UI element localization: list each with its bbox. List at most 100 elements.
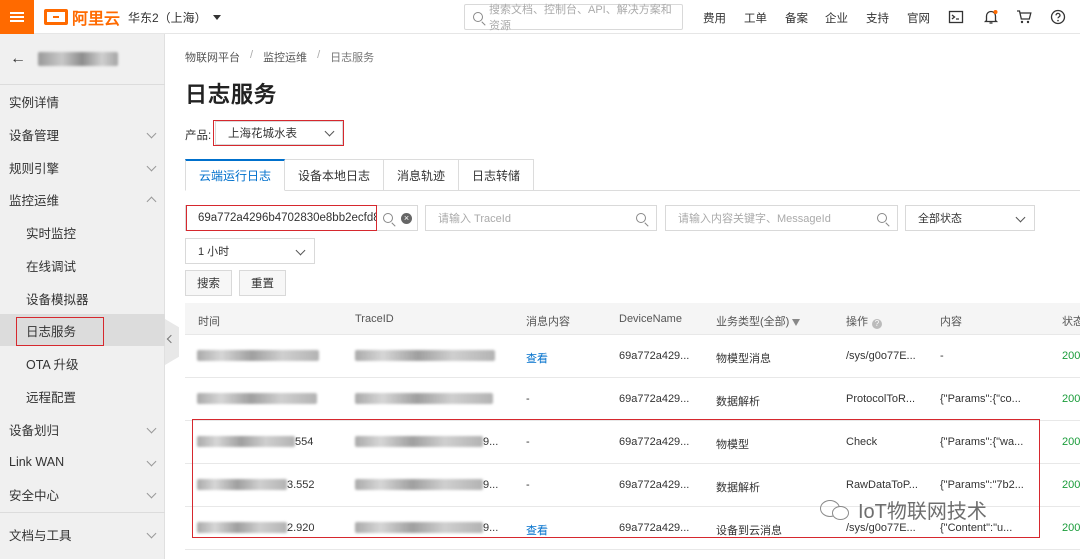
- tab-message-trace[interactable]: 消息轨迹: [384, 159, 460, 191]
- global-search-input[interactable]: 搜索文档、控制台、API、解决方案和资源: [464, 4, 683, 32]
- sidebar-item-device-assignment[interactable]: 设备划归: [0, 413, 165, 445]
- chevron-down-icon: [324, 126, 335, 137]
- sidebar-item-security-center[interactable]: 安全中心: [0, 478, 165, 510]
- breadcrumb: 物联网平台 / 监控运维 / 日志服务: [185, 49, 375, 65]
- col-traceid: TraceID: [355, 313, 394, 325]
- col-biz-type[interactable]: 业务类型(全部): [716, 313, 801, 329]
- chevron-down-icon: [1015, 212, 1026, 223]
- nav-enterprise[interactable]: 企业: [825, 10, 848, 26]
- search-icon[interactable]: [636, 213, 646, 223]
- sidebar-item-remote-config[interactable]: 远程配置: [0, 380, 165, 412]
- traceid-redacted: [355, 393, 493, 404]
- sidebar-item-docs-tools[interactable]: 文档与工具: [0, 518, 165, 550]
- chevron-left-icon: [166, 334, 176, 344]
- cell-op: Check: [846, 436, 878, 448]
- time-redacted: [197, 393, 317, 404]
- product-select[interactable]: 上海花城水表: [215, 121, 343, 145]
- cell-time-tail: 2.920: [287, 522, 315, 534]
- top-bar: 阿里云 华东2（上海） 搜索文档、控制台、API、解决方案和资源 费用 工单 备…: [0, 0, 1080, 34]
- reset-button[interactable]: 重置: [239, 270, 286, 296]
- clear-icon[interactable]: ×: [401, 213, 412, 224]
- filter-icon[interactable]: [792, 319, 801, 326]
- status-select[interactable]: 全部状态: [905, 205, 1035, 231]
- cell-status: 200: [1062, 479, 1080, 491]
- sidebar-item-device-simulator[interactable]: 设备模拟器: [0, 282, 165, 314]
- cell-status: 200: [1062, 522, 1080, 534]
- cell-time-tail: 3.552: [287, 479, 315, 491]
- traceid-placeholder: 请输入 TraceId: [438, 213, 511, 225]
- region-selector[interactable]: 华东2（上海）: [128, 9, 221, 26]
- table-row[interactable]: 查看 69a772a429... 物模型消息 /sys/g0o77E... - …: [185, 335, 1080, 378]
- tab-log-dump[interactable]: 日志转储: [459, 159, 535, 191]
- cell-content: -: [940, 350, 944, 362]
- cell-status: 200: [1062, 393, 1080, 405]
- chevron-down-icon: [146, 456, 157, 467]
- view-link[interactable]: 查看: [526, 522, 548, 538]
- cell-device: 69a772a429...: [619, 393, 690, 405]
- search-icon[interactable]: [877, 213, 887, 223]
- log-table-header: 时间 TraceID 消息内容 DeviceName 业务类型(全部) 操作? …: [185, 303, 1080, 335]
- cell-content: {"Params":{"co...: [940, 393, 1021, 405]
- nav-icp[interactable]: 备案: [785, 10, 808, 26]
- page-title: 日志服务: [185, 82, 278, 107]
- cell-biz: 设备到云消息: [716, 525, 782, 537]
- chevron-down-icon: [146, 423, 157, 434]
- cell-message: -: [526, 393, 530, 405]
- sidebar-item-monitoring[interactable]: 监控运维: [0, 183, 165, 215]
- instance-name-redacted: [38, 52, 118, 66]
- sidebar-item-instance-detail[interactable]: 实例详情: [0, 85, 165, 117]
- cell-content: {"Params":"7b2...: [940, 479, 1024, 491]
- help-icon[interactable]: [1050, 9, 1066, 25]
- keyword-input[interactable]: 请输入内容关键字、MessageId: [665, 205, 898, 231]
- cell-device: 69a772a429...: [619, 479, 690, 491]
- breadcrumb-iot-platform[interactable]: 物联网平台: [185, 49, 240, 65]
- nav-official-site[interactable]: 官网: [907, 10, 930, 26]
- terminal-icon[interactable]: [948, 9, 964, 25]
- log-tabs: 云端运行日志 设备本地日志 消息轨迹 日志转储: [185, 159, 535, 191]
- col-devicename: DeviceName: [619, 313, 682, 325]
- watermark-text: IoT物联网技术: [858, 501, 987, 523]
- bell-icon[interactable]: [983, 9, 999, 25]
- view-link[interactable]: 查看: [526, 350, 548, 366]
- brand-logo[interactable]: 阿里云: [44, 7, 121, 28]
- cell-biz: 数据解析: [716, 482, 760, 494]
- breadcrumb-monitoring[interactable]: 监控运维: [263, 49, 307, 65]
- time-redacted: [197, 350, 319, 361]
- device-name-value: 69a772a4296b4702830e8bb2ecfd8: [198, 212, 376, 224]
- search-icon[interactable]: [383, 213, 393, 223]
- sidebar-item-link-wan[interactable]: Link WAN: [0, 446, 165, 478]
- device-name-input[interactable]: 69a772a4296b4702830e8bb2ecfd8 ×: [185, 205, 418, 231]
- traceid-input[interactable]: 请输入 TraceId: [425, 205, 657, 231]
- nav-tickets[interactable]: 工单: [744, 10, 767, 26]
- sidebar-item-online-debug[interactable]: 在线调试: [0, 249, 165, 281]
- sidebar-item-log-service[interactable]: 日志服务: [0, 314, 165, 346]
- global-search-placeholder: 搜索文档、控制台、API、解决方案和资源: [489, 4, 672, 32]
- table-row[interactable]: - 69a772a429... 数据解析 ProtocolToR... {"Pa…: [185, 378, 1080, 421]
- status-select-value: 全部状态: [918, 213, 962, 225]
- wechat-icon: [820, 498, 850, 522]
- table-row[interactable]: 554 9... - 69a772a429... 物模型 Check {"Par…: [185, 421, 1080, 464]
- chevron-down-icon: [295, 245, 306, 256]
- aliyun-logo-icon: [44, 9, 68, 25]
- sidebar-item-device-management[interactable]: 设备管理: [0, 118, 165, 150]
- nav-support[interactable]: 支持: [866, 10, 889, 26]
- menu-icon[interactable]: [0, 0, 34, 34]
- region-label: 华东2（上海）: [128, 11, 207, 25]
- sidebar-item-rule-engine[interactable]: 规则引擎: [0, 151, 165, 183]
- info-icon[interactable]: ?: [872, 319, 882, 329]
- cell-message: -: [526, 436, 530, 448]
- sidebar-collapse-handle[interactable]: [165, 319, 179, 365]
- cart-icon[interactable]: [1016, 9, 1032, 25]
- traceid-redacted: [355, 522, 483, 533]
- product-select-value: 上海花城水表: [228, 128, 297, 140]
- sidebar-item-ota[interactable]: OTA 升级: [0, 347, 165, 379]
- search-button[interactable]: 搜索: [185, 270, 232, 296]
- back-arrow-icon[interactable]: ←: [10, 50, 26, 68]
- time-range-select[interactable]: 1 小时: [185, 238, 315, 264]
- time-range-value: 1 小时: [198, 246, 230, 258]
- nav-billing[interactable]: 费用: [703, 10, 726, 26]
- sidebar-item-realtime-monitor[interactable]: 实时监控: [0, 216, 165, 248]
- brand-name: 阿里云: [72, 11, 121, 28]
- tab-cloud-log[interactable]: 云端运行日志: [185, 159, 286, 191]
- tab-device-local-log[interactable]: 设备本地日志: [285, 159, 385, 191]
